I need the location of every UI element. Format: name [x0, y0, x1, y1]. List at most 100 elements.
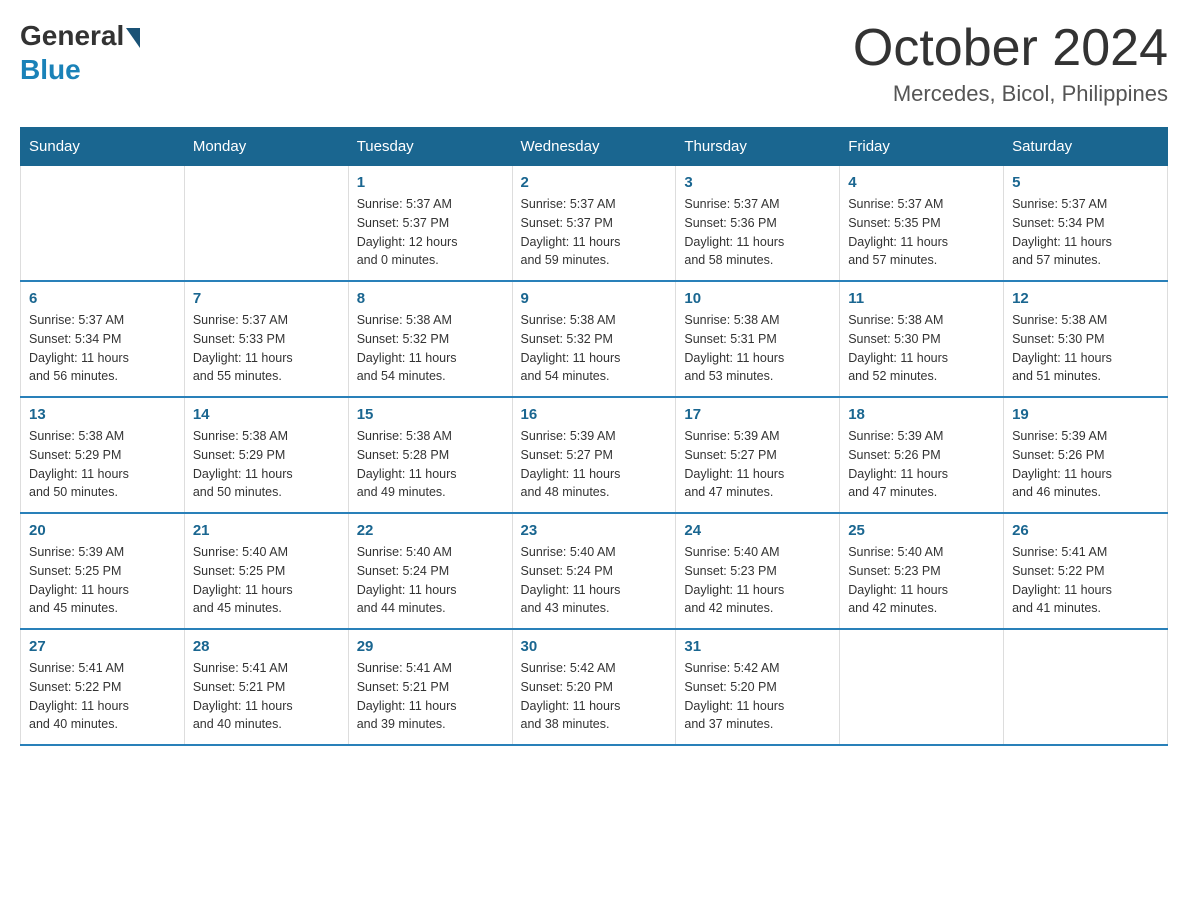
day-number: 29: [357, 638, 504, 655]
calendar-cell: 27 Sunrise: 5:41 AM Sunset: 5:22 PM Dayli…: [21, 629, 185, 745]
day-info: Sunrise: 5:37 AM Sunset: 5:34 PM Dayligh…: [1012, 195, 1159, 270]
day-info: Sunrise: 5:40 AM Sunset: 5:24 PM Dayligh…: [357, 543, 504, 618]
col-wednesday: Wednesday: [512, 128, 676, 166]
day-info: Sunrise: 5:42 AM Sunset: 5:20 PM Dayligh…: [684, 659, 831, 734]
day-number: 6: [29, 290, 176, 307]
day-info: Sunrise: 5:38 AM Sunset: 5:30 PM Dayligh…: [848, 311, 995, 386]
day-info: Sunrise: 5:39 AM Sunset: 5:25 PM Dayligh…: [29, 543, 176, 618]
day-number: 22: [357, 522, 504, 539]
day-number: 3: [684, 174, 831, 191]
logo-area: General Blue: [20, 20, 142, 86]
calendar-row: 13 Sunrise: 5:38 AM Sunset: 5:29 PM Dayli…: [21, 397, 1168, 513]
calendar-cell: 2Sunrise: 5:37 AM Sunset: 5:37 PM Daylig…: [512, 166, 676, 282]
header-row: Sunday Monday Tuesday Wednesday Thursday…: [21, 128, 1168, 166]
col-thursday: Thursday: [676, 128, 840, 166]
calendar-cell: 1 Sunrise: 5:37 AM Sunset: 5:37 PM Daylig…: [348, 166, 512, 282]
day-number: 15: [357, 406, 504, 423]
calendar-cell: [1004, 629, 1168, 745]
day-info: Sunrise: 5:42 AM Sunset: 5:20 PM Dayligh…: [521, 659, 668, 734]
calendar-header: Sunday Monday Tuesday Wednesday Thursday…: [21, 128, 1168, 166]
day-info: Sunrise: 5:41 AM Sunset: 5:22 PM Dayligh…: [29, 659, 176, 734]
page-header: General Blue October 2024 Mercedes, Bico…: [20, 20, 1168, 107]
day-number: 28: [193, 638, 340, 655]
day-number: 18: [848, 406, 995, 423]
location-subtitle: Mercedes, Bicol, Philippines: [853, 81, 1168, 107]
day-number: 5: [1012, 174, 1159, 191]
day-info: Sunrise: 5:39 AM Sunset: 5:27 PM Dayligh…: [521, 427, 668, 502]
day-info: Sunrise: 5:41 AM Sunset: 5:22 PM Dayligh…: [1012, 543, 1159, 618]
calendar-cell: 12 Sunrise: 5:38 AM Sunset: 5:30 PM Dayli…: [1004, 281, 1168, 397]
day-number: 13: [29, 406, 176, 423]
day-number: 12: [1012, 290, 1159, 307]
calendar-cell: 22 Sunrise: 5:40 AM Sunset: 5:24 PM Dayli…: [348, 513, 512, 629]
calendar-row: 6 Sunrise: 5:37 AM Sunset: 5:34 PM Daylig…: [21, 281, 1168, 397]
day-info: Sunrise: 5:37 AM Sunset: 5:34 PM Dayligh…: [29, 311, 176, 386]
calendar-cell: 25 Sunrise: 5:40 AM Sunset: 5:23 PM Dayli…: [840, 513, 1004, 629]
day-number: 1: [357, 174, 504, 191]
day-info: Sunrise: 5:38 AM Sunset: 5:29 PM Dayligh…: [193, 427, 340, 502]
calendar-cell: 9Sunrise: 5:38 AM Sunset: 5:32 PM Daylig…: [512, 281, 676, 397]
day-number: 25: [848, 522, 995, 539]
day-number: 4: [848, 174, 995, 191]
calendar-cell: 7Sunrise: 5:37 AM Sunset: 5:33 PM Daylig…: [184, 281, 348, 397]
day-info: Sunrise: 5:39 AM Sunset: 5:26 PM Dayligh…: [848, 427, 995, 502]
day-number: 20: [29, 522, 176, 539]
calendar-cell: 24Sunrise: 5:40 AM Sunset: 5:23 PM Dayli…: [676, 513, 840, 629]
day-number: 26: [1012, 522, 1159, 539]
day-info: Sunrise: 5:38 AM Sunset: 5:32 PM Dayligh…: [521, 311, 668, 386]
day-number: 11: [848, 290, 995, 307]
calendar-row: 1 Sunrise: 5:37 AM Sunset: 5:37 PM Daylig…: [21, 166, 1168, 282]
calendar-cell: 8 Sunrise: 5:38 AM Sunset: 5:32 PM Daylig…: [348, 281, 512, 397]
calendar-cell: 3Sunrise: 5:37 AM Sunset: 5:36 PM Daylig…: [676, 166, 840, 282]
calendar-cell: 10Sunrise: 5:38 AM Sunset: 5:31 PM Dayli…: [676, 281, 840, 397]
calendar-cell: 5 Sunrise: 5:37 AM Sunset: 5:34 PM Daylig…: [1004, 166, 1168, 282]
day-info: Sunrise: 5:37 AM Sunset: 5:37 PM Dayligh…: [357, 195, 504, 270]
calendar-cell: 28 Sunrise: 5:41 AM Sunset: 5:21 PM Dayli…: [184, 629, 348, 745]
day-info: Sunrise: 5:41 AM Sunset: 5:21 PM Dayligh…: [193, 659, 340, 734]
day-info: Sunrise: 5:39 AM Sunset: 5:27 PM Dayligh…: [684, 427, 831, 502]
month-title: October 2024: [853, 20, 1168, 77]
calendar-cell: 23Sunrise: 5:40 AM Sunset: 5:24 PM Dayli…: [512, 513, 676, 629]
day-number: 17: [684, 406, 831, 423]
day-number: 19: [1012, 406, 1159, 423]
calendar-cell: [840, 629, 1004, 745]
day-number: 14: [193, 406, 340, 423]
calendar-cell: 29 Sunrise: 5:41 AM Sunset: 5:21 PM Dayli…: [348, 629, 512, 745]
day-info: Sunrise: 5:39 AM Sunset: 5:26 PM Dayligh…: [1012, 427, 1159, 502]
day-number: 2: [521, 174, 668, 191]
day-info: Sunrise: 5:38 AM Sunset: 5:28 PM Dayligh…: [357, 427, 504, 502]
calendar-cell: 17 Sunrise: 5:39 AM Sunset: 5:27 PM Dayli…: [676, 397, 840, 513]
col-friday: Friday: [840, 128, 1004, 166]
calendar-body: 1 Sunrise: 5:37 AM Sunset: 5:37 PM Daylig…: [21, 166, 1168, 746]
day-info: Sunrise: 5:38 AM Sunset: 5:32 PM Dayligh…: [357, 311, 504, 386]
calendar-cell: [184, 166, 348, 282]
col-tuesday: Tuesday: [348, 128, 512, 166]
calendar-cell: 19 Sunrise: 5:39 AM Sunset: 5:26 PM Dayli…: [1004, 397, 1168, 513]
day-number: 16: [521, 406, 668, 423]
day-info: Sunrise: 5:40 AM Sunset: 5:25 PM Dayligh…: [193, 543, 340, 618]
logo-blue-text: Blue: [20, 54, 81, 85]
day-number: 30: [521, 638, 668, 655]
day-number: 8: [357, 290, 504, 307]
logo-general-text: General: [20, 20, 124, 52]
day-number: 10: [684, 290, 831, 307]
day-info: Sunrise: 5:40 AM Sunset: 5:24 PM Dayligh…: [521, 543, 668, 618]
calendar-cell: 6 Sunrise: 5:37 AM Sunset: 5:34 PM Daylig…: [21, 281, 185, 397]
calendar-cell: 13Sunrise: 5:38 AM Sunset: 5:29 PM Dayli…: [21, 397, 185, 513]
calendar-cell: 26 Sunrise: 5:41 AM Sunset: 5:22 PM Dayli…: [1004, 513, 1168, 629]
day-info: Sunrise: 5:37 AM Sunset: 5:33 PM Dayligh…: [193, 311, 340, 386]
day-number: 27: [29, 638, 176, 655]
day-info: Sunrise: 5:38 AM Sunset: 5:30 PM Dayligh…: [1012, 311, 1159, 386]
calendar-cell: 4Sunrise: 5:37 AM Sunset: 5:35 PM Daylig…: [840, 166, 1004, 282]
title-area: October 2024 Mercedes, Bicol, Philippine…: [853, 20, 1168, 107]
calendar-cell: 14 Sunrise: 5:38 AM Sunset: 5:29 PM Dayli…: [184, 397, 348, 513]
day-info: Sunrise: 5:40 AM Sunset: 5:23 PM Dayligh…: [848, 543, 995, 618]
day-number: 31: [684, 638, 831, 655]
calendar-cell: 21Sunrise: 5:40 AM Sunset: 5:25 PM Dayli…: [184, 513, 348, 629]
calendar-cell: [21, 166, 185, 282]
calendar-cell: 15 Sunrise: 5:38 AM Sunset: 5:28 PM Dayli…: [348, 397, 512, 513]
col-monday: Monday: [184, 128, 348, 166]
day-info: Sunrise: 5:41 AM Sunset: 5:21 PM Dayligh…: [357, 659, 504, 734]
calendar-row: 27 Sunrise: 5:41 AM Sunset: 5:22 PM Dayli…: [21, 629, 1168, 745]
calendar-table: Sunday Monday Tuesday Wednesday Thursday…: [20, 127, 1168, 746]
